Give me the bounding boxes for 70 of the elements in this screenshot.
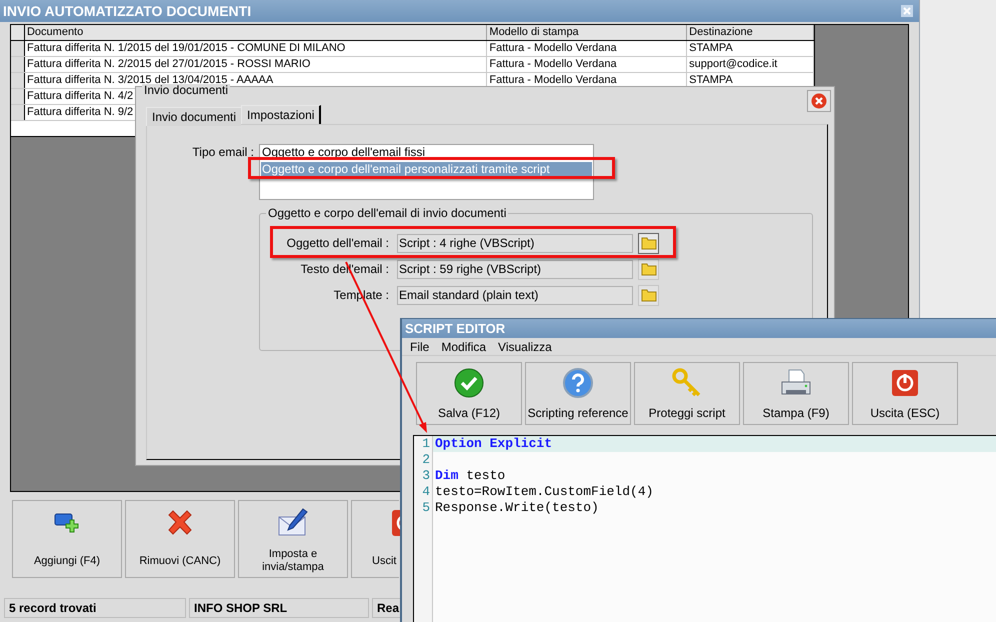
- dialog-title: Invio documenti: [142, 84, 230, 97]
- menu-item[interactable]: Visualizza: [498, 338, 552, 356]
- script-field[interactable]: Script : 4 righe (VBScript): [397, 234, 633, 252]
- table-cell: STAMPA: [689, 74, 733, 86]
- table-cell: Fattura differita N. 9/2: [26, 106, 134, 118]
- table-row[interactable]: Fattura differita N. 2/2015 del 27/01/2015 - ROSSI MARIO Fattura - Modello Verdana support@codice.it: [11, 57, 814, 73]
- table-cell: Fattura differita N. 4/2: [26, 90, 134, 102]
- menu-item[interactable]: File: [410, 338, 430, 356]
- group-title: Oggetto e corpo dell'email di invio documenti: [266, 206, 508, 220]
- line-number: 5: [422, 500, 430, 515]
- script-field[interactable]: Email standard (plain text): [397, 286, 633, 304]
- code-line: Response.Write(testo): [435, 500, 599, 515]
- line-number: 4: [422, 484, 430, 499]
- table-cell: Fattura - Modello Verdana: [489, 58, 617, 70]
- row-header[interactable]: [11, 57, 25, 72]
- line-number: 2: [422, 452, 430, 467]
- browse-button[interactable]: [638, 258, 659, 280]
- code-line: testo=RowItem.CustomField(4): [435, 484, 654, 499]
- check-icon: [454, 368, 484, 398]
- table-cell: Fattura - Modello Verdana: [489, 74, 617, 86]
- code-editor[interactable]: 1 2 3 4 5 Option Explicit Dim testo testo=RowItem.CustomField(4) Response.Write(testo): [413, 435, 996, 622]
- toolbar-button[interactable]: Imposta e invia/stampa: [238, 500, 348, 578]
- window-title: INVIO AUTOMATIZZATO DOCUMENTI: [3, 2, 252, 20]
- row-header[interactable]: [11, 73, 25, 88]
- window-title: SCRIPT EDITOR: [405, 320, 506, 338]
- help-icon: [563, 368, 593, 398]
- power-icon: [891, 369, 919, 397]
- close-icon: [811, 93, 827, 109]
- status-panel: INFO SHOP SRL: [189, 598, 369, 618]
- field-label: Tipo email :: [191, 145, 255, 159]
- code-line: Dim testo: [435, 468, 506, 483]
- browse-button[interactable]: [638, 232, 659, 254]
- code-line: Option Explicit: [435, 436, 552, 451]
- folder-icon: [640, 236, 656, 250]
- menu-item[interactable]: Modifica: [441, 338, 486, 356]
- table-cell: Fattura differita N. 3/2015 del 13/04/2015 - AAAAA: [26, 74, 274, 86]
- column-header[interactable]: Modello di stampa: [487, 25, 688, 40]
- toolbar-button[interactable]: Uscita (ESC): [852, 362, 958, 425]
- row-header[interactable]: [11, 105, 25, 120]
- column-header[interactable]: Documento: [24, 25, 488, 40]
- browse-button[interactable]: [638, 284, 659, 306]
- close-button[interactable]: [807, 90, 831, 112]
- toolbar-button[interactable]: Proteggi script: [634, 362, 740, 425]
- tab[interactable]: Impostazioni: [241, 105, 322, 124]
- toolbar-button[interactable]: Rimuovi (CANC): [125, 500, 235, 578]
- line-number: 3: [422, 468, 430, 483]
- toolbar-button[interactable]: Uscit: [351, 500, 399, 578]
- table-cell: Fattura - Modello Verdana: [489, 42, 617, 54]
- table-row[interactable]: Fattura differita N. 1/2015 del 19/01/2015 - COMUNE DI MILANO Fattura - Modello Verdana STAMPA: [11, 41, 814, 57]
- close-icon: [903, 7, 911, 15]
- field-label: Oggetto dell'email :: [286, 235, 390, 252]
- status-panel: 5 record trovati: [4, 598, 186, 618]
- row-header[interactable]: [11, 89, 25, 104]
- toolbar-button[interactable]: Stampa (F9): [743, 362, 849, 425]
- table-cell: Fattura differita N. 2/2015 del 27/01/2015 - ROSSI MARIO: [26, 58, 310, 70]
- table-cell: Fattura differita N. 1/2015 del 19/01/2015 - COMUNE DI MILANO: [26, 42, 346, 54]
- column-header[interactable]: Destinazione: [687, 25, 814, 40]
- folder-icon: [640, 262, 656, 276]
- toolbar-button[interactable]: Salva (F12): [416, 362, 522, 425]
- key-icon: [672, 368, 702, 398]
- line-number: 1: [422, 436, 430, 451]
- folder-icon: [640, 288, 656, 302]
- toolbar-button[interactable]: Scripting reference: [525, 362, 631, 425]
- toolbar-button[interactable]: Aggiungi (F4): [12, 500, 122, 578]
- row-header[interactable]: [11, 41, 25, 56]
- script-field[interactable]: Script : 59 righe (VBScript): [397, 260, 633, 278]
- table-cell: support@codice.it: [689, 58, 778, 70]
- tab[interactable]: Invio documenti: [146, 107, 242, 126]
- add-window-icon: [54, 512, 80, 534]
- table-cell: STAMPA: [689, 42, 733, 54]
